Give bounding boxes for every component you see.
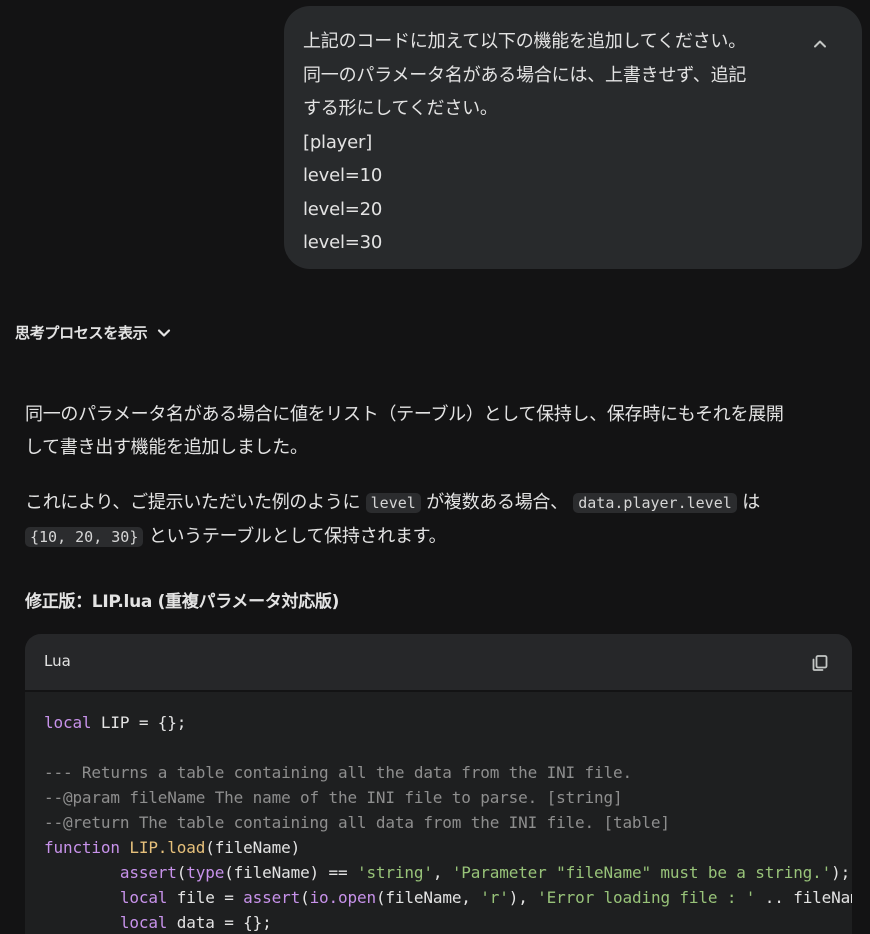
code-token: ); [831,863,851,882]
user-message-bubble: 上記のコードに加えて以下の機能を追加してください。 同一のパラメータ名がある場合… [284,6,862,269]
response-text: が複数ある場合、 [426,492,568,513]
code-block-header: Lua [25,634,852,692]
code-token: assert [243,888,301,907]
code-content: local LIP = {}; --- Returns a table cont… [25,692,852,934]
code-line: local file = assert(io.open(fileName, 'r… [44,885,852,910]
code-token: type [186,863,225,882]
user-message-line: level=10 [303,165,383,186]
code-token: 'string' [356,863,433,882]
section-heading: 修正版：LIP.lua (重複パラメータ対応版) [25,592,340,612]
inline-code: data.player.level [573,493,737,513]
code-token: ( [176,863,187,882]
show-thinking-toggle[interactable]: 思考プロセスを表示 [15,322,171,343]
response-text: は [742,492,760,513]
code-token: 'r' [480,888,509,907]
code-token: 'Error loading file : ' [537,888,756,907]
code-token: function [44,838,120,857]
code-token: local [119,888,168,907]
user-message-line: 上記のコードに加えて以下の機能を追加してください。 [303,31,747,52]
code-token: local [44,713,92,732]
user-message-line: する形にしてください。 [303,98,498,119]
copy-code-button[interactable] [808,651,832,675]
code-token: (fileName) == [224,863,357,882]
chevron-down-icon [158,328,171,337]
user-message-line: level=20 [303,198,383,220]
user-message-line: 同一のパラメータ名がある場合には、上書きせず、追記 [303,64,747,86]
response-paragraph-1: 同一のパラメータ名がある場合に値をリスト（テーブル）として保持し、保存時にもそれ… [25,398,784,464]
code-token: , [432,863,452,882]
code-token: 'Parameter "fileName" must be a string.' [451,863,832,882]
chevron-up-icon [814,40,826,48]
code-line: --@param fileName The name of the INI fi… [44,785,852,810]
user-message-line: level=30 [303,232,383,253]
response-text: というテーブルとして保持されます。 [148,526,447,547]
user-message-line: [player] [303,131,373,153]
code-token: assert [119,863,177,882]
copy-icon [812,655,828,671]
response-text: これにより、ご提示いただいた例のように [25,492,361,513]
code-line: local LIP = {}; [44,710,852,735]
code-token: --- Returns a table containing all the d… [44,763,632,782]
code-language-label: Lua [44,652,71,670]
code-line: local data = {}; [44,910,852,934]
thinking-label: 思考プロセスを表示 [15,324,148,342]
code-token: io.open [309,888,377,907]
inline-code: level [365,493,421,513]
code-line: --- Returns a table containing all the d… [44,760,852,785]
code-token: (fileName, [375,888,481,907]
code-token: --@return The table containing all data … [44,813,670,832]
code-token: --@param fileName The name of the INI fi… [44,788,623,807]
code-token: .. fileName); [764,888,852,907]
code-line: --@return The table containing all data … [44,810,852,835]
code-token: LIP.load [129,838,206,857]
code-line: function LIP.load(fileName) [44,835,852,860]
code-token: LIP = {}; [91,713,187,732]
inline-code: {10, 20, 30} [25,527,144,547]
response-text-line: {10, 20, 30} というテーブルとして保持されます。 [25,520,760,554]
code-token: ), [508,888,538,907]
code-token: (fileName) [205,838,301,857]
response-text-line: して書き出す機能を追加しました。 [25,437,308,458]
code-block: Lua local LIP = {}; --- Returns a table … [25,634,852,934]
collapse-message-button[interactable] [806,30,834,58]
response-text-line: これにより、ご提示いただいた例のように level が複数ある場合、 data.… [25,486,760,520]
code-token: data = {}; [167,913,272,932]
code-token: file = [167,888,244,907]
response-paragraph-2: これにより、ご提示いただいた例のように level が複数ある場合、 data.… [25,486,760,554]
code-token: ( [300,888,310,907]
code-token: local [119,913,168,932]
response-text-line: 同一のパラメータ名がある場合に値をリスト（テーブル）として保持し、保存時にもそれ… [25,404,784,425]
code-line: assert(type(fileName) == 'string', 'Para… [44,860,852,885]
